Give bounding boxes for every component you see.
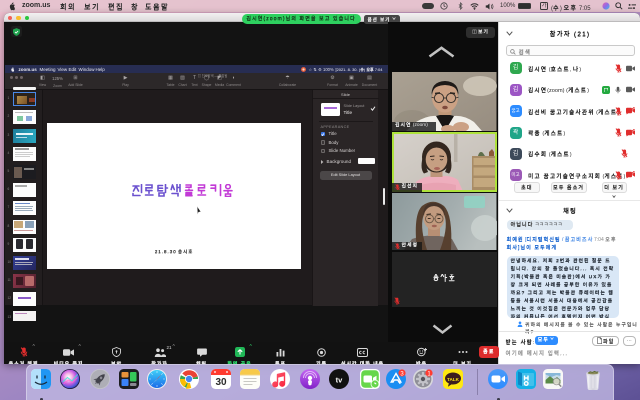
svg-text:TALK: TALK: [447, 377, 460, 382]
svg-text:tv: tv: [336, 376, 343, 385]
svg-text:30: 30: [215, 377, 227, 388]
